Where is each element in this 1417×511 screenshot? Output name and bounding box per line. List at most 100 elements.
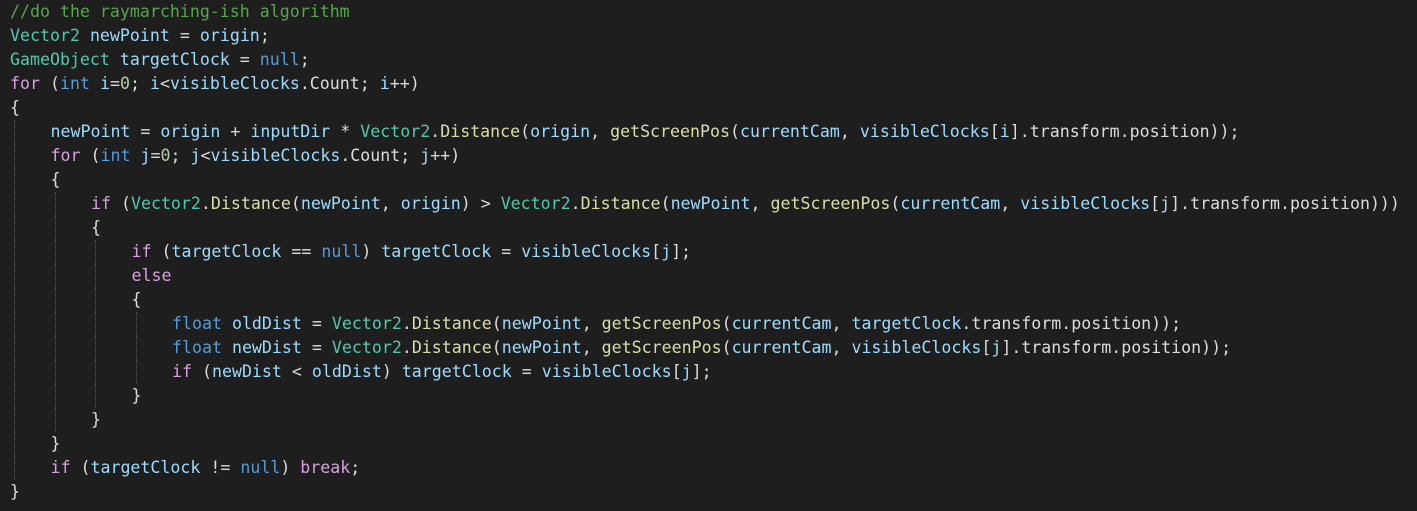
code-token: Distance: [411, 314, 492, 333]
code-token: visibleClocks: [851, 338, 982, 357]
code-token: oldDist: [311, 362, 382, 381]
code-token: ;: [129, 74, 150, 93]
code-token: =: [169, 26, 200, 45]
indent-guide: [14, 312, 15, 336]
code-token: Distance: [411, 338, 492, 357]
code-text-area[interactable]: //do the raymarching-ish algorithm Vector…: [10, 0, 1417, 504]
code-token: ++): [430, 146, 461, 165]
code-line: if (targetClock == null) targetClock = v…: [10, 240, 1417, 264]
code-token: {: [91, 218, 101, 237]
indent-guide: [54, 336, 56, 360]
code-token: getScreenPos: [610, 122, 730, 141]
code-token: newDist: [231, 338, 302, 357]
code-line-text: for (int j=0; j<visibleClocks.Count; j++…: [51, 146, 461, 165]
code-line: newPoint = origin + inputDir * Vector2.D…: [10, 120, 1417, 144]
code-token: float: [172, 314, 222, 333]
code-token: j: [190, 146, 201, 165]
code-token: newPoint: [300, 194, 381, 213]
code-line-text: }: [10, 482, 20, 501]
code-token: Vector2: [130, 194, 201, 213]
indent-guide: [54, 216, 56, 240]
code-token: (: [660, 194, 671, 213]
code-token: break: [300, 458, 351, 477]
code-token: ].transform.position));: [1001, 338, 1232, 357]
indent-guide: [95, 336, 96, 360]
indent-guide: [95, 288, 96, 312]
code-token: ,: [581, 338, 602, 357]
code-token: if: [91, 194, 111, 213]
code-token: inputDir: [250, 122, 331, 141]
code-token: =: [491, 242, 522, 261]
indent-guide: [54, 288, 56, 312]
code-line-text: else: [132, 266, 172, 285]
code-token: (: [110, 194, 131, 213]
code-token: =: [150, 146, 161, 165]
code-token: getScreenPos: [601, 338, 722, 357]
code-token: i: [99, 74, 110, 93]
indent-guide: [95, 384, 96, 408]
code-token: GameObject: [10, 50, 110, 69]
code-token: ].transform.position));: [1009, 122, 1240, 141]
code-token: ,: [750, 194, 771, 213]
code-token: (: [191, 362, 212, 381]
code-line-text: if (newDist < oldDist) targetClock = vis…: [172, 362, 712, 381]
indent-guide: [95, 360, 96, 384]
code-token: visibleClocks: [1020, 194, 1151, 213]
code-token: origin: [400, 194, 461, 213]
code-token: Vector2: [331, 314, 402, 333]
indent-guide: [14, 120, 15, 144]
code-token: <: [200, 146, 211, 165]
code-token: ;: [299, 50, 310, 69]
code-token: visibleClocks: [541, 362, 672, 381]
code-token: null: [259, 50, 300, 69]
code-token: newPoint: [50, 122, 131, 141]
code-token: ): [361, 242, 382, 261]
code-line: }: [10, 432, 1417, 456]
code-line-text: GameObject targetClock = null;: [10, 50, 310, 69]
code-token: Distance: [580, 194, 661, 213]
indent-guide: [14, 240, 15, 264]
code-token: 0: [119, 74, 130, 93]
code-token: newPoint: [89, 26, 170, 45]
code-token: targetClock: [381, 242, 492, 261]
indent-guide: [14, 384, 15, 408]
code-line: {: [10, 216, 1417, 240]
code-token: ;: [259, 26, 270, 45]
code-line-text: }: [91, 410, 101, 429]
code-token: =: [130, 122, 161, 141]
code-token: newPoint: [670, 194, 751, 213]
code-token: .: [401, 338, 412, 357]
code-line-text: }: [51, 434, 61, 453]
code-line-text: if (Vector2.Distance(newPoint, origin) >…: [91, 194, 1400, 213]
code-line-text: float oldDist = Vector2.Distance(newPoin…: [172, 314, 1181, 333]
code-token: i: [999, 122, 1010, 141]
code-token: targetClock: [119, 50, 230, 69]
code-token: ,: [380, 194, 401, 213]
indent-guide: [14, 360, 15, 384]
code-token: }: [10, 482, 20, 501]
indent-guide: [14, 336, 15, 360]
indent-guide: [95, 312, 96, 336]
code-token: newPoint: [501, 314, 582, 333]
code-token: }: [50, 434, 61, 453]
code-line: {: [10, 96, 1417, 120]
code-editor[interactable]: //do the raymarching-ish algorithm Vector…: [0, 0, 1417, 511]
indent-guide: [14, 456, 15, 480]
code-token: visibleClocks: [210, 146, 341, 165]
code-token: targetClock: [851, 314, 962, 333]
code-token: if: [131, 242, 152, 261]
code-token: Distance: [210, 194, 291, 213]
code-token: .: [401, 314, 412, 333]
indent-guide: [54, 312, 56, 336]
code-line: for (int i=0; i<visibleClocks.Count; i++…: [10, 72, 1417, 96]
code-line: GameObject targetClock = null;: [10, 48, 1417, 72]
code-token: ;: [170, 146, 191, 165]
code-line: if (newDist < oldDist) targetClock = vis…: [10, 360, 1417, 384]
indent-guide: [135, 312, 137, 336]
code-token: .: [200, 194, 211, 213]
code-token: j: [420, 146, 431, 165]
code-token: for: [50, 146, 81, 165]
indent-guide: [95, 264, 96, 288]
code-token: (: [721, 314, 732, 333]
